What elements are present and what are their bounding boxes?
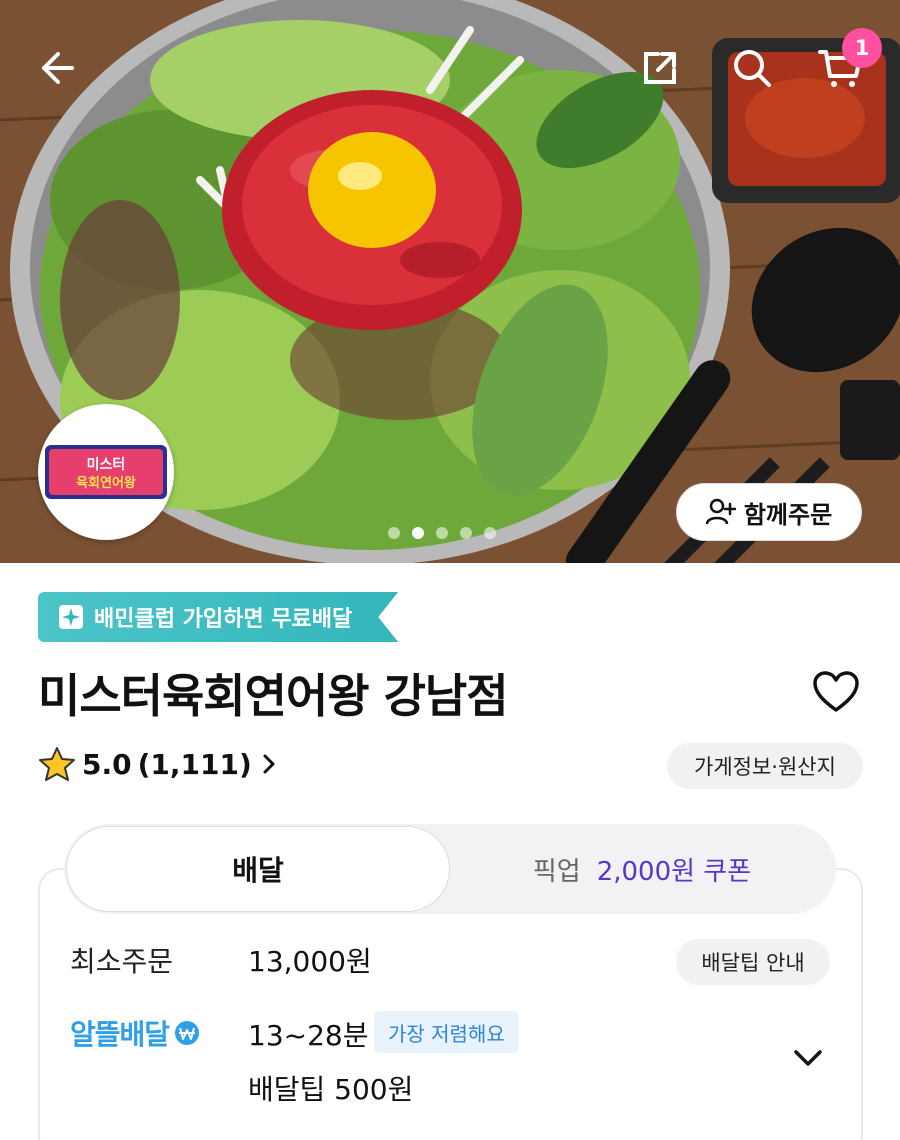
- back-arrow-icon: [42, 52, 74, 84]
- baemin-club-banner[interactable]: 배민클럽 가입하면 무료배달: [38, 592, 398, 642]
- star-icon: [39, 747, 75, 781]
- tab-pickup[interactable]: 픽업 2,000원 쿠폰: [450, 826, 834, 912]
- store-info-button[interactable]: 가게정보·원산지: [667, 743, 863, 789]
- sparkle-icon: [58, 604, 84, 630]
- cart-count-badge: 1: [842, 28, 882, 68]
- search-icon: [734, 50, 771, 87]
- expand-delivery-button[interactable]: [790, 1040, 826, 1076]
- store-name: 미스터육회연어왕 강남점: [38, 669, 509, 723]
- alttl-delivery-label: 알뜰배달: [70, 1018, 170, 1051]
- chevron-right-icon: [263, 754, 275, 774]
- delivery-fee: 배달팁 500원: [248, 1073, 414, 1106]
- group-order-label: 함께주문: [743, 500, 833, 529]
- carousel-dot: [484, 527, 496, 539]
- carousel-dot: [388, 527, 400, 539]
- store-logo: 미스터 육회연어왕: [38, 404, 174, 540]
- heart-icon: [813, 671, 859, 712]
- favorite-button[interactable]: [808, 664, 864, 720]
- alttl-delivery-logo: 알뜰배달: [70, 1013, 201, 1053]
- carousel-dots: [388, 527, 496, 539]
- min-order-value: 13,000원: [248, 945, 372, 978]
- won-coin-icon: [175, 1021, 200, 1045]
- search-button[interactable]: [724, 40, 780, 96]
- group-order-button[interactable]: 함께주문: [676, 483, 862, 541]
- share-icon: [644, 52, 676, 84]
- hero-image[interactable]: 1 미스터 육회연어왕 함께주문: [0, 0, 900, 563]
- rating-link[interactable]: 5.0 (1,111): [38, 746, 280, 782]
- tab-delivery[interactable]: 배달: [66, 826, 450, 912]
- carousel-dot-active: [412, 527, 424, 539]
- rating-value: 5.0: [82, 747, 132, 781]
- delivery-time: 13~28분: [248, 1019, 369, 1052]
- cheapest-badge: 가장 저렴해요: [374, 1011, 519, 1053]
- review-count: (1,111): [137, 747, 252, 781]
- tab-pickup-label: 픽업: [532, 856, 581, 887]
- back-button[interactable]: [28, 40, 84, 96]
- carousel-dot: [436, 527, 448, 539]
- carousel-dot: [460, 527, 472, 539]
- logo-text-2: 육회연어왕: [76, 475, 136, 491]
- delivery-tip-info-button[interactable]: 배달팁 안내: [676, 939, 830, 985]
- club-banner-text: 배민클럽 가입하면 무료배달: [94, 607, 353, 632]
- logo-text-1: 미스터: [87, 457, 126, 473]
- share-button[interactable]: [632, 40, 688, 96]
- pickup-coupon-label: 2,000원 쿠폰: [596, 856, 752, 887]
- chevron-down-icon: [794, 1050, 822, 1066]
- min-order-label: 최소주문: [70, 945, 174, 978]
- add-user-icon: [705, 498, 736, 525]
